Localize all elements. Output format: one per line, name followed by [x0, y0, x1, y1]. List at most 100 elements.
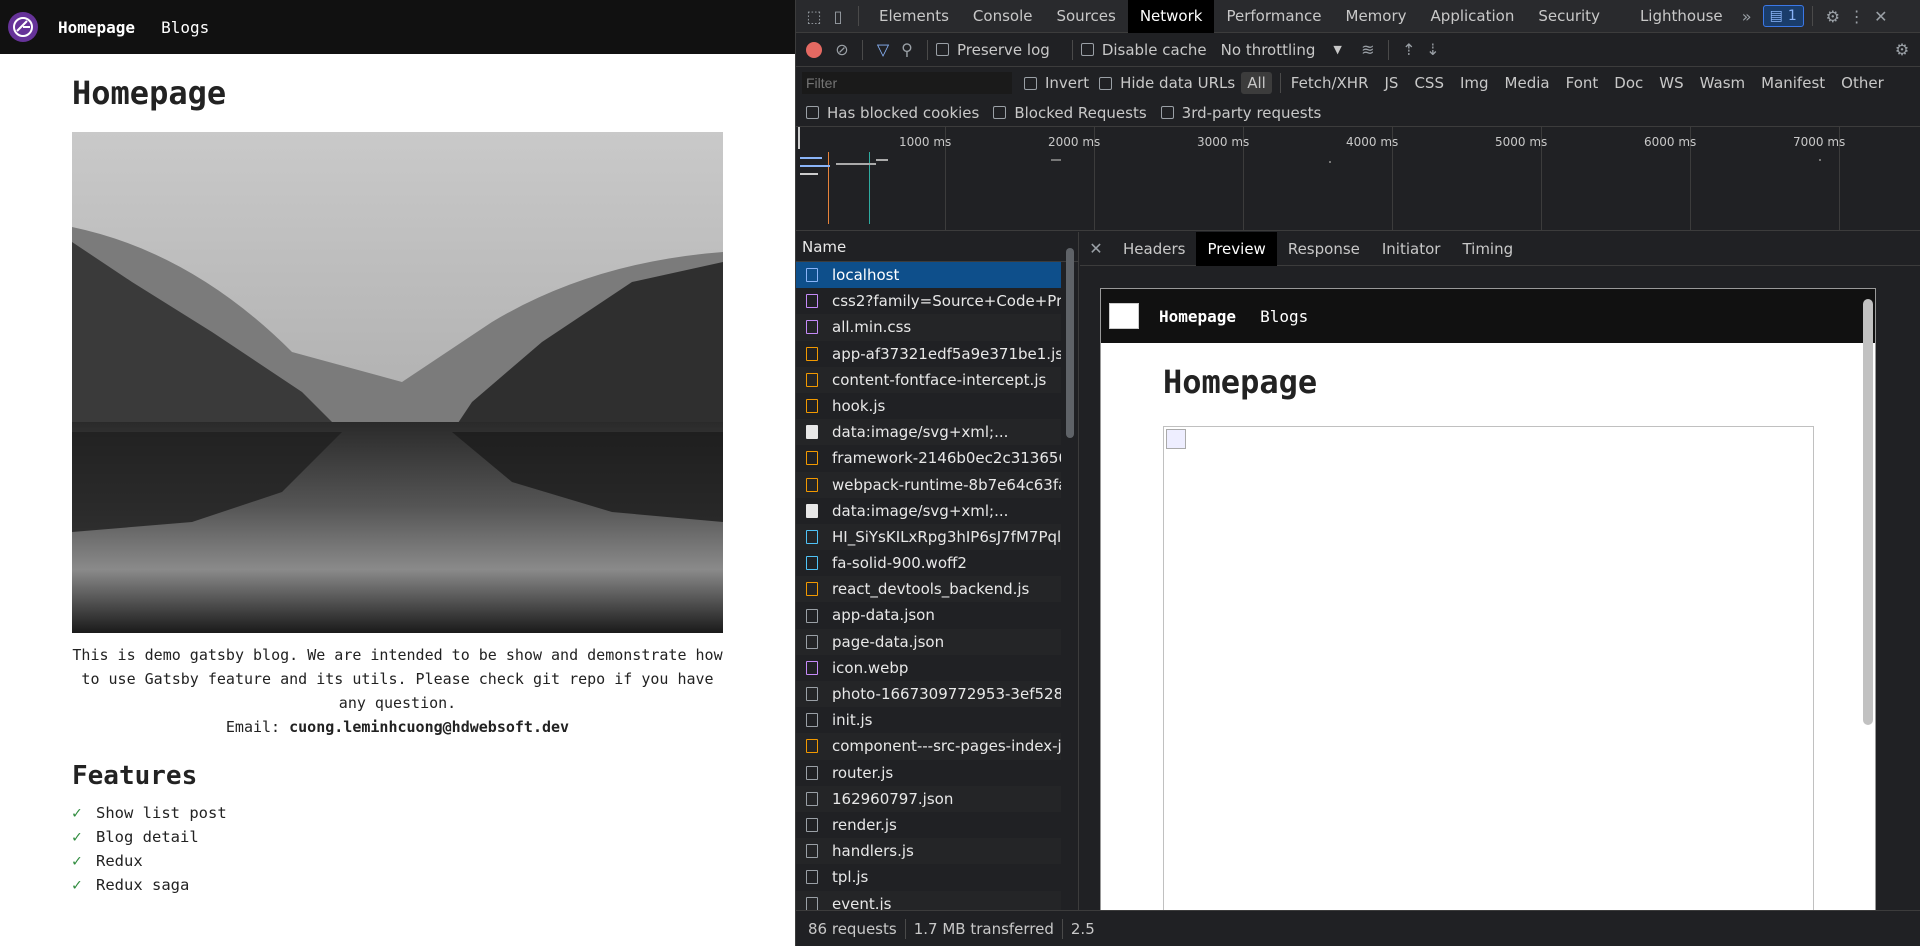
hide-data-urls-checkbox[interactable]: Hide data URLs	[1099, 74, 1235, 92]
preview-scrollbar[interactable]	[1863, 299, 1873, 725]
email-link[interactable]: cuong.leminhcuong@hdwebsoft.dev	[289, 718, 569, 736]
tab-headers[interactable]: Headers	[1112, 232, 1196, 266]
network-toolbar: ⊘ ▽ ⚲ Preserve log Disable cache No thro…	[796, 33, 1920, 67]
filter-type-js[interactable]: JS	[1379, 72, 1405, 94]
export-har-icon[interactable]: ⇣	[1421, 38, 1445, 62]
preview-title: Homepage	[1163, 363, 1318, 401]
preserve-log-checkbox[interactable]: Preserve log	[936, 41, 1050, 59]
request-row[interactable]: fa-solid-900.woff2	[796, 550, 1061, 576]
filter-type-wasm[interactable]: Wasm	[1694, 72, 1752, 94]
js-file-icon	[806, 582, 818, 597]
filter-type-all[interactable]: All	[1241, 72, 1272, 94]
request-bar	[800, 157, 822, 159]
throttling-select[interactable]: No throttling ▼	[1221, 41, 1342, 59]
network-conditions-icon[interactable]: ≋	[1356, 38, 1380, 62]
tab-memory[interactable]: Memory	[1334, 0, 1419, 33]
tab-sources[interactable]: Sources	[1044, 0, 1127, 33]
overview-grip[interactable]	[798, 127, 800, 149]
request-row[interactable]: data:image/svg+xml;...	[796, 419, 1061, 446]
tab-security[interactable]: Security	[1526, 0, 1612, 33]
filter-type-img[interactable]: Img	[1454, 72, 1495, 94]
filter-type-other[interactable]: Other	[1835, 72, 1890, 94]
request-row[interactable]: react_devtools_backend.js	[796, 576, 1061, 603]
request-bar	[1819, 159, 1821, 161]
tab-elements[interactable]: Elements	[867, 0, 961, 33]
disable-cache-checkbox[interactable]: Disable cache	[1080, 40, 1207, 59]
device-toolbar-icon[interactable]: ▯	[826, 4, 850, 28]
request-row[interactable]: icon.webp	[796, 655, 1061, 681]
request-row[interactable]: photo-1667309772953-3ef528f585	[796, 681, 1061, 708]
more-options-icon[interactable]: ⋮	[1845, 4, 1869, 28]
request-row[interactable]: render.js	[796, 812, 1061, 838]
network-overview-timeline[interactable]: 1000 ms 2000 ms 3000 ms 4000 ms 5000 ms …	[796, 127, 1920, 231]
filter-type-ws[interactable]: WS	[1653, 72, 1689, 94]
blocked-requests-checkbox[interactable]: Blocked Requests	[993, 104, 1147, 122]
request-row[interactable]: 162960797.json	[796, 785, 1061, 812]
settings-gear-icon[interactable]: ⚙	[1821, 4, 1845, 28]
disable-cache-label: Disable cache	[1101, 40, 1207, 59]
request-row[interactable]: component---src-pages-index-js-2	[796, 733, 1061, 760]
issues-badge[interactable]: ▤ 1	[1762, 5, 1804, 27]
filter-type-css[interactable]: CSS	[1408, 72, 1450, 94]
request-name: app-af37321edf5a9e371be1.js	[832, 344, 1061, 363]
filter-type-fetch-xhr[interactable]: Fetch/XHR	[1285, 72, 1375, 94]
close-detail-icon[interactable]: ✕	[1084, 237, 1108, 261]
font-file-icon	[806, 556, 818, 571]
tab-response[interactable]: Response	[1277, 232, 1371, 266]
close-devtools-icon[interactable]: ✕	[1869, 4, 1893, 28]
site-navbar: Homepage Blogs	[0, 0, 795, 54]
request-name: webpack-runtime-8b7e64c63fa2b0	[832, 475, 1061, 494]
blocked-cookies-checkbox[interactable]: Has blocked cookies	[806, 104, 979, 122]
invert-checkbox[interactable]: Invert	[1024, 74, 1089, 92]
request-row[interactable]: tpl.js	[796, 864, 1061, 890]
filter-type-font[interactable]: Font	[1560, 72, 1605, 94]
import-har-icon[interactable]: ⇡	[1397, 38, 1421, 62]
tab-timing[interactable]: Timing	[1451, 232, 1524, 266]
check-icon: ✓	[72, 827, 82, 846]
request-row[interactable]: app-af37321edf5a9e371be1.js	[796, 341, 1061, 367]
request-row[interactable]: webpack-runtime-8b7e64c63fa2b0	[796, 471, 1061, 498]
gatsby-logo-icon[interactable]	[8, 12, 38, 42]
request-row[interactable]: router.js	[796, 760, 1061, 786]
request-list-scrollbar[interactable]	[1066, 248, 1074, 438]
network-settings-icon[interactable]: ⚙	[1890, 38, 1914, 62]
divider	[927, 39, 928, 60]
tab-lighthouse[interactable]: Lighthouse	[1628, 0, 1735, 33]
search-icon[interactable]: ⚲	[895, 38, 919, 62]
tab-network[interactable]: Network	[1127, 0, 1215, 33]
request-row[interactable]: data:image/svg+xml;...	[796, 498, 1061, 524]
request-row[interactable]: all.min.css	[796, 314, 1061, 341]
request-row[interactable]: handlers.js	[796, 838, 1061, 865]
filter-icon[interactable]: ▽	[871, 38, 895, 62]
filter-type-manifest[interactable]: Manifest	[1755, 72, 1831, 94]
filter-input[interactable]	[802, 72, 1012, 94]
third-party-checkbox[interactable]: 3rd-party requests	[1160, 104, 1321, 122]
request-row[interactable]: css2?family=Source+Code+Pro:wg	[796, 288, 1061, 314]
tab-initiator[interactable]: Initiator	[1371, 232, 1452, 266]
divider	[862, 39, 863, 60]
clear-icon[interactable]: ⊘	[830, 38, 854, 62]
tab-preview[interactable]: Preview	[1196, 231, 1277, 266]
request-row[interactable]: framework-2146b0ec2c313656de4	[796, 445, 1061, 471]
request-row[interactable]: app-data.json	[796, 602, 1061, 628]
request-name: framework-2146b0ec2c313656de4	[832, 449, 1061, 468]
column-header-name[interactable]: Name	[796, 232, 1078, 262]
filter-type-doc[interactable]: Doc	[1608, 72, 1649, 94]
request-row[interactable]: HI_SiYsKILxRpg3hIP6sJ7fM7PqlPev.	[796, 523, 1061, 551]
inspect-element-icon[interactable]: ⬚	[802, 4, 826, 28]
nav-link-homepage[interactable]: Homepage	[58, 18, 135, 37]
request-row[interactable]: hook.js	[796, 393, 1061, 419]
request-row[interactable]: localhost	[796, 262, 1061, 289]
request-row[interactable]: content-fontface-intercept.js	[796, 366, 1061, 393]
filter-type-media[interactable]: Media	[1499, 72, 1556, 94]
nav-link-blogs[interactable]: Blogs	[161, 18, 209, 37]
record-button-icon[interactable]	[806, 41, 822, 58]
tab-application[interactable]: Application	[1419, 0, 1527, 33]
request-row[interactable]: init.js	[796, 707, 1061, 733]
tab-performance[interactable]: Performance	[1214, 0, 1333, 33]
tab-console[interactable]: Console	[961, 0, 1045, 33]
request-row[interactable]: page-data.json	[796, 628, 1061, 655]
devtools-tabbar: ⬚ ▯ Elements Console Sources Network Per…	[796, 0, 1920, 33]
more-tabs-icon[interactable]: »	[1735, 4, 1759, 28]
divider	[904, 918, 906, 939]
